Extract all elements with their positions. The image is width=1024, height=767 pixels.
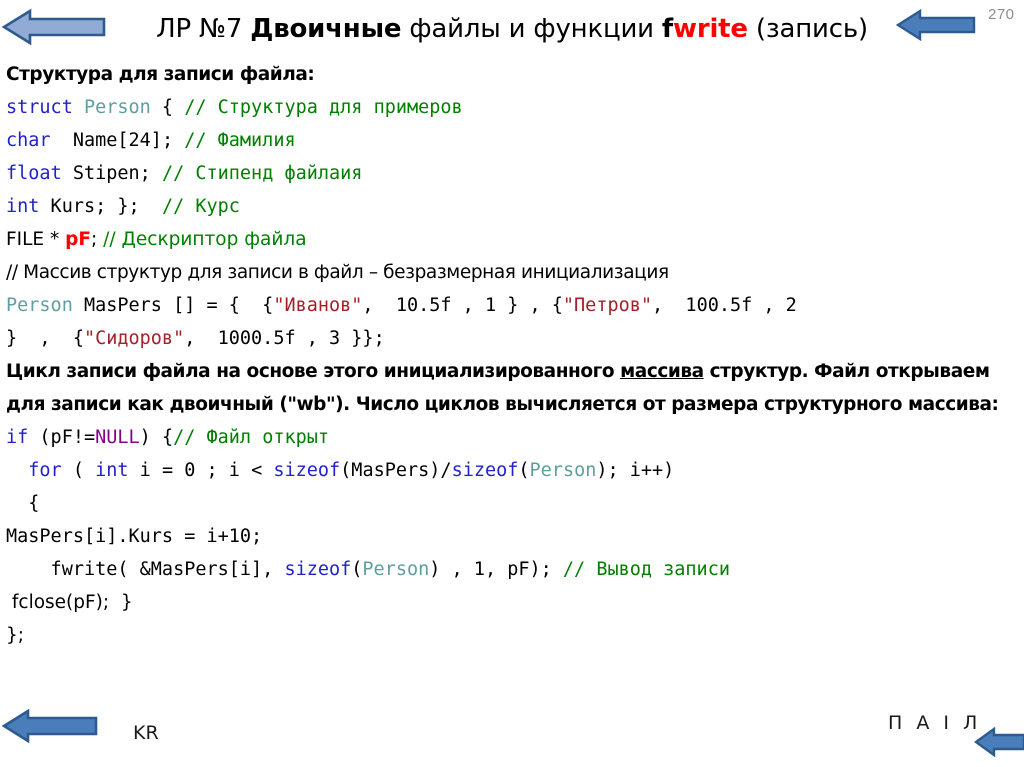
code-values-2: , 100.5f , 2 <box>652 295 797 316</box>
type-person-array: Person <box>6 295 73 316</box>
code-line-fwrite: fwrite( &MasPers[i], sizeof(Person) , 1,… <box>6 553 1020 586</box>
comment-descriptor: // Дескриптор файла <box>103 229 307 250</box>
keyword-if: if <box>6 427 29 448</box>
string-sidorov: "Сидоров" <box>83 328 185 349</box>
operator-sizeof-1: sizeof <box>273 460 341 481</box>
code-fwrite-call: fwrite( &MasPers[i], <box>6 559 285 580</box>
paragraph-segment-1: Цикл записи файла на основе этого инициа… <box>6 361 621 382</box>
code-line-kurs-assign: MasPers[i].Kurs = i+10; <box>6 526 263 547</box>
code-fwrite-args: ) , 1, pF); <box>429 559 563 580</box>
code-for-open: ( <box>61 460 96 481</box>
paragraph-cycle-description: Цикл записи файла на основе этого инициа… <box>6 355 1020 421</box>
title-fwrite-write: write <box>673 14 748 44</box>
operator-sizeof-2: sizeof <box>451 460 519 481</box>
comment-struct: // Структура для примеров <box>184 97 463 118</box>
slide-content: Структура для записи файла: struct Perso… <box>6 58 1020 652</box>
type-person: Person <box>83 97 151 118</box>
arrow-left-icon-bottom-right[interactable] <box>974 726 1024 758</box>
code-for-tail: ); i++) <box>596 460 675 481</box>
keyword-for: for <box>28 460 62 481</box>
code-cond-open: (pF!= <box>28 427 96 448</box>
title-part-1: ЛР №7 <box>156 14 251 44</box>
code-line-int-kurs: int Kurs; }; // Курс <box>6 190 1020 223</box>
string-ivanov: "Иванов" <box>273 295 363 316</box>
footer-left-label: KR <box>133 722 159 744</box>
code-line-for-loop: for ( int i = 0 ; i < sizeof(MasPers)/si… <box>6 454 1020 487</box>
footer-right-label: П А І Л <box>888 712 982 734</box>
comment-vyvod-zapisi: // Вывод записи <box>562 559 730 580</box>
code-values-4: , 1000.5f , 3 }}; <box>184 328 385 349</box>
section-heading: Структура для записи файла: <box>6 64 315 85</box>
comment-kurs: // Курс <box>150 196 240 217</box>
keyword-int-loop: int <box>95 460 129 481</box>
code-line-end: }; <box>6 625 25 646</box>
identifier-pf: pF <box>65 229 91 250</box>
title-part-bold: Двоичные <box>250 14 402 44</box>
type-person-fwrite: Person <box>362 559 430 580</box>
code-line-fclose: fclose(pF); } <box>6 592 133 613</box>
code-cond-close: ) { <box>139 427 174 448</box>
code-brace: { <box>150 97 185 118</box>
code-line-char-name: char Name[24]; // Фамилия <box>6 124 1020 157</box>
arrow-left-icon-bottom-left[interactable] <box>2 708 98 744</box>
code-line-maspers-1: Person MasPers [] = { {"Иванов", 10.5f ,… <box>6 289 1020 322</box>
note-array-init: // Массив структур для записи в файл – б… <box>6 262 669 283</box>
code-indent-for <box>6 460 28 481</box>
comment-file-open: // Файл открыт <box>173 427 330 448</box>
code-line-file-pf: FILE * pF; // Дескриптор файла <box>6 223 1020 256</box>
code-text-file: FILE * <box>6 229 66 250</box>
code-text-kurs: Kurs; }; <box>39 196 151 217</box>
paragraph-underlined-word: массива <box>620 361 704 382</box>
comment-stipend: // Стипенд файлаия <box>161 163 363 184</box>
title-part-6: (запись) <box>747 14 868 44</box>
code-line-if-pf: if (pF!=NULL) {// Файл открыт <box>6 421 1020 454</box>
keyword-char: char <box>6 130 51 151</box>
code-line-open-brace: { <box>6 493 40 514</box>
code-line-maspers-2: } , {"Сидоров", 1000.5f , 3 }}; <box>6 322 1020 355</box>
code-line-float-stipen: float Stipen; // Стипенд файлаия <box>6 157 1020 190</box>
code-fwrite-paren: ( <box>351 559 363 580</box>
comment-familia: // Фамилия <box>184 130 296 151</box>
code-text-stipen: Stipen; <box>61 163 162 184</box>
code-values-3: } , { <box>6 328 84 349</box>
page-title: ЛР №7 Двоичные файлы и функции fwrite (з… <box>0 14 1024 44</box>
operator-sizeof-fwrite: sizeof <box>284 559 352 580</box>
code-for-div: (MasPers)/ <box>340 460 452 481</box>
code-text-name: Name[24]; <box>50 130 185 151</box>
code-maspers-decl: MasPers [] = { { <box>72 295 274 316</box>
title-part-3: файлы и функции <box>401 14 662 44</box>
title-fwrite-f: f <box>661 14 674 44</box>
keyword-int: int <box>6 196 40 217</box>
code-line-struct-person: struct Person { // Структура для примеро… <box>6 91 1020 124</box>
code-paren-open: ( <box>518 460 530 481</box>
constant-null: NULL <box>95 427 140 448</box>
code-semicolon: ; <box>91 229 104 250</box>
code-values-1: , 10.5f , 1 } , { <box>362 295 563 316</box>
keyword-float: float <box>6 163 62 184</box>
type-person-sizeof: Person <box>529 460 597 481</box>
code-for-init: i = 0 ; i < <box>128 460 274 481</box>
keyword-struct: struct <box>6 97 73 118</box>
string-petrov: "Петров" <box>562 295 653 316</box>
